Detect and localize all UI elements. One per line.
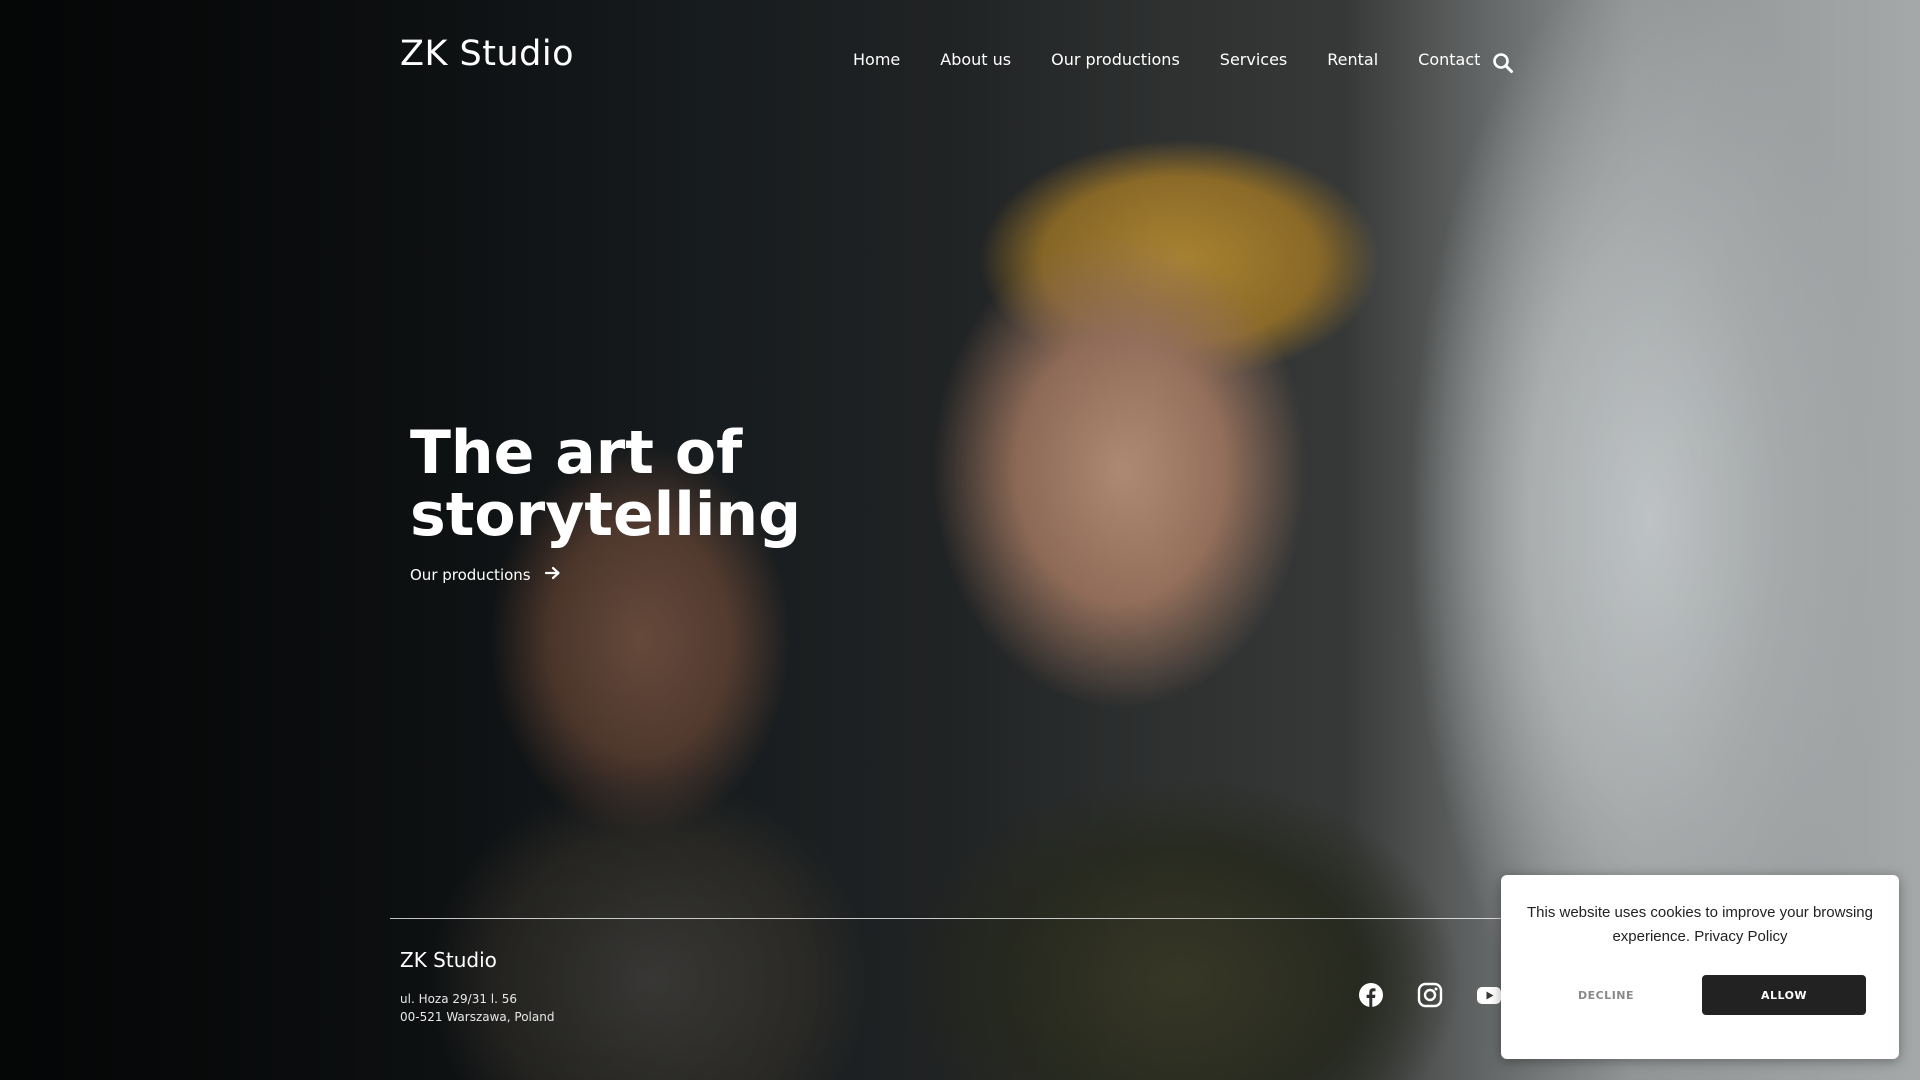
nav-rental[interactable]: Rental [1327, 50, 1378, 69]
hero-title: The art of storytelling [410, 418, 802, 550]
nav-about-us[interactable]: About us [940, 50, 1011, 69]
nav-our-productions[interactable]: Our productions [1051, 50, 1180, 69]
page: ZK Studio Home About us Our productions … [0, 0, 1920, 1080]
arrow-right-icon [544, 565, 561, 584]
nav-contact[interactable]: Contact [1418, 50, 1480, 69]
footer-divider [390, 918, 1520, 919]
cta-label: Our productions [410, 565, 531, 584]
address-line-1: ul. Hoza 29/31 l. 56 [400, 992, 518, 1006]
footer-address: ul. Hoza 29/31 l. 56 00-521 Warszawa, Po… [400, 990, 554, 1026]
footer-brand: ZK Studio [400, 948, 497, 972]
main-nav: Home About us Our productions Services R… [853, 50, 1480, 69]
decline-button[interactable]: DECLINE [1525, 975, 1687, 1015]
nav-services[interactable]: Services [1220, 50, 1287, 69]
cookie-consent-dialog: This website uses cookies to improve you… [1501, 875, 1899, 1059]
privacy-policy-link[interactable]: Privacy Policy [1694, 928, 1787, 945]
address-line-2: 00-521 Warszawa, Poland [400, 1010, 555, 1024]
search-icon[interactable] [1492, 52, 1514, 74]
cookie-message: This website uses cookies to improve you… [1525, 901, 1875, 949]
site-logo[interactable]: ZK Studio [400, 34, 574, 74]
allow-button[interactable]: ALLOW [1702, 975, 1866, 1015]
youtube-icon[interactable] [1476, 982, 1502, 1008]
nav-home[interactable]: Home [853, 50, 900, 69]
facebook-icon[interactable] [1358, 982, 1384, 1008]
instagram-icon[interactable] [1417, 982, 1443, 1008]
our-productions-link[interactable]: Our productions [410, 565, 561, 584]
